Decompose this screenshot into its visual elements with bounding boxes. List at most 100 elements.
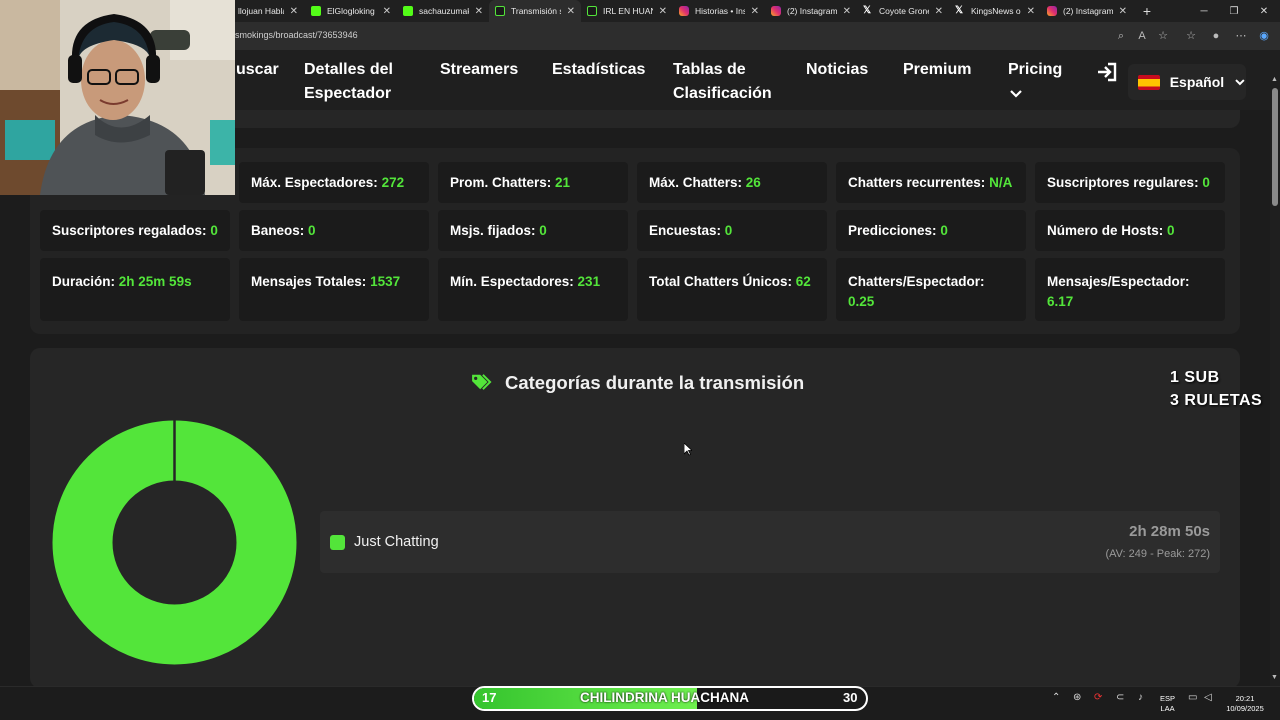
close-icon[interactable]: ✕ [561,6,575,17]
nav-item-pricing[interactable]: Pricing [1008,58,1062,82]
nav-item-premium[interactable]: Premium [903,58,971,82]
microphone-icon[interactable]: ♪ [1138,692,1143,703]
tab-title: (2) Instagram [1063,6,1113,16]
webcam-overlay [0,0,235,195]
screen: llojuan Habla ✕ ElGlogloking S ✕ sachauz… [0,0,1280,720]
restore-icon[interactable]: ❐ [1218,0,1250,22]
browser-tab[interactable]: ElGlogloking S ✕ [305,0,397,22]
tab-title: sachauzumaki [419,6,469,16]
minimize-icon[interactable]: ─ [1188,0,1220,22]
category-viewer-stats: (AV: 249 - Peak: 272) [1105,548,1210,560]
scroll-down-arrow-icon[interactable]: ▼ [1271,674,1278,681]
close-icon[interactable]: ✕ [1021,6,1035,17]
browser-tab[interactable]: IRL EN HUANC ✕ [581,0,673,22]
browser-tab[interactable]: (2) Instagram ✕ [765,0,857,22]
profile-icon[interactable]: ● [1209,29,1223,43]
copilot-icon[interactable]: ◉ [1257,29,1271,43]
categories-title: Categorías durante la transmisión [505,372,805,393]
close-icon[interactable]: ✕ [377,6,391,17]
read-aloud-icon[interactable]: A [1135,29,1149,43]
window-close-icon[interactable]: ✕ [1248,0,1280,22]
stat-chatters-per-viewer: Chatters/Espectador: 0.25 [836,258,1026,321]
goal-bar-label: CHILINDRINA HUACHANA [580,690,749,705]
zoom-icon[interactable]: ⌕ [1114,29,1128,43]
stat-value: 0 [210,222,218,238]
stat-value: 0 [308,222,316,238]
stat-bans: Baneos: 0 [239,210,429,251]
category-row[interactable] [320,511,1220,573]
goal-bar-target: 30 [843,690,858,705]
close-icon[interactable]: ✕ [653,6,667,17]
stat-gifted-subs: Suscriptores regalados: 0 [40,210,230,251]
browser-tab[interactable]: (2) Instagram ✕ [1041,0,1133,22]
chevron-up-icon[interactable]: ⌃ [1052,692,1060,703]
nav-item-statistics[interactable]: Estadísticas [552,58,645,82]
stat-pinned-messages: Msjs. fijados: 0 [438,210,628,251]
sync-icon[interactable]: ⟳ [1094,692,1102,703]
stat-label: Mín. Espectadores: [450,274,574,289]
stat-predictions: Predicciones: 0 [836,210,1026,251]
stat-avg-chatters: Prom. Chatters: 21 [438,162,628,203]
stat-label: Baneos: [251,222,305,238]
stat-unique-chatters: Total Chatters Únicos: 62 [637,258,827,321]
network-icon[interactable]: ⊛ [1073,692,1081,703]
stat-label: Mensajes Totales: [251,274,367,289]
instagram-icon [679,6,689,16]
clock-date: 10/09/2025 [1226,704,1264,713]
favorite-star-icon[interactable]: ☆ [1156,29,1170,43]
mouse-cursor-icon [684,443,692,456]
stat-max-chatters: Máx. Chatters: 26 [637,162,827,203]
close-icon[interactable]: ✕ [745,6,759,17]
tab-title: KingsNews on [971,6,1021,16]
login-icon[interactable] [1096,62,1118,82]
stat-value: 21 [555,174,571,190]
chevron-down-icon[interactable] [1008,88,1024,100]
overlay-line: 1 SUB [1170,369,1220,386]
scrollbar-thumb[interactable] [1272,88,1278,206]
stat-value: N/A [989,174,1013,190]
tab-title: IRL EN HUANC [603,6,653,16]
nav-item-leaderboards[interactable]: Tablas de Clasificación [673,58,772,106]
browser-tab[interactable]: Historias • Inst ✕ [673,0,765,22]
stat-label: Suscriptores regulares: [1047,174,1199,190]
stat-hosts: Número de Hosts: 0 [1035,210,1225,251]
x-icon: 𝕏 [955,5,964,16]
close-icon[interactable]: ✕ [469,6,483,17]
favorites-icon[interactable]: ☆ [1184,29,1198,43]
taskbar-clock[interactable]: 20:21 10/09/2025 [1222,694,1268,714]
scroll-up-arrow-icon[interactable]: ▲ [1271,76,1278,83]
new-tab-icon[interactable]: + [1139,0,1155,22]
language-code: ESP [1160,694,1176,703]
nav-item-streamers[interactable]: Streamers [440,58,518,82]
stat-label: Msjs. fijados: [450,222,536,238]
browser-tab[interactable]: llojuan Habla ✕ [232,0,304,22]
stat-value: 2h 25m 59s [118,274,192,289]
stat-label: Duración: [52,274,116,289]
close-icon[interactable]: ✕ [1113,6,1127,17]
tab-title: llojuan Habla [238,6,284,16]
kick-icon [403,6,413,16]
input-language-indicator[interactable]: ESP LAA [1160,694,1175,714]
stat-label: Chatters/Espectador: [848,274,985,289]
display-icon[interactable]: ▭ [1188,692,1197,703]
x-icon: 𝕏 [863,5,872,16]
language-selector[interactable]: Español [1128,64,1246,100]
browser-tab[interactable]: 𝕏 Coyote Grone ✕ [857,0,949,22]
url-text[interactable]: smokings/broadcast/73653946 [235,30,358,40]
nav-item-news[interactable]: Noticias [806,58,868,82]
stat-value: 6.17 [1047,294,1074,309]
browser-tab[interactable]: 𝕏 KingsNews on ✕ [949,0,1041,22]
stat-min-viewers: Mín. Espectadores: 231 [438,258,628,321]
nav-item-search[interactable]: uscar [236,58,279,82]
close-icon[interactable]: ✕ [929,6,943,17]
browser-tab[interactable]: sachauzumaki ✕ [397,0,489,22]
browser-tab-active[interactable]: Transmisión s ✕ [489,0,581,22]
volume-icon[interactable]: ◁ [1204,692,1212,703]
more-icon[interactable]: ⋯ [1234,29,1248,43]
overlay-line: 3 RULETAS [1170,392,1263,409]
close-icon[interactable]: ✕ [837,6,851,17]
app-icon[interactable]: ⊂ [1116,692,1124,703]
nav-item-viewer-details[interactable]: Detalles del Espectador [304,58,393,106]
language-label: Español [1169,74,1225,90]
close-icon[interactable]: ✕ [284,6,298,17]
